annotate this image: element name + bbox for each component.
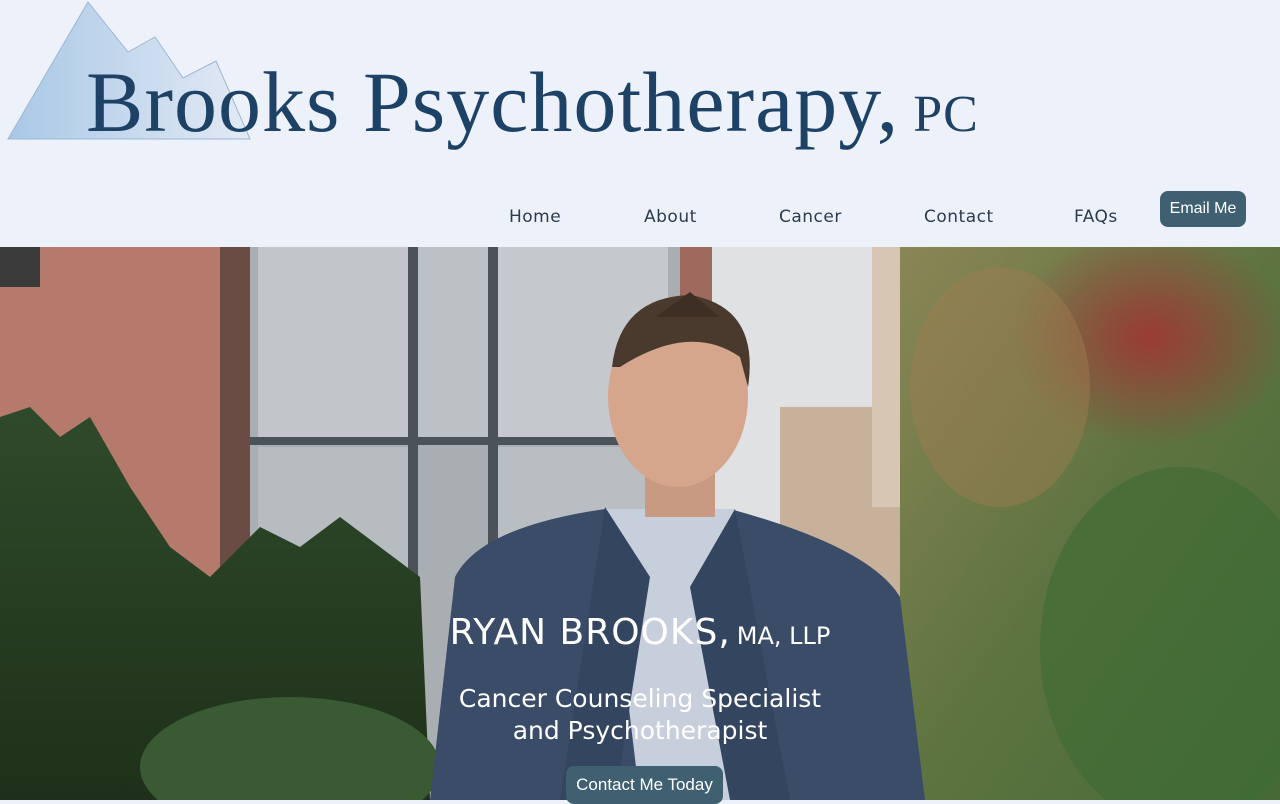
- hero-subtitle: Cancer Counseling Specialist and Psychot…: [0, 683, 1280, 747]
- hero-credentials: MA, LLP: [736, 622, 831, 650]
- hero-subtitle-line1: Cancer Counseling Specialist: [458, 684, 822, 713]
- brand-name: Brooks Psychotherapy,: [86, 54, 900, 150]
- contact-me-today-button[interactable]: Contact Me Today: [566, 766, 723, 804]
- hero-heading: RYAN BROOKS, MA, LLP: [0, 612, 1280, 653]
- nav-contact[interactable]: Contact: [924, 207, 994, 227]
- nav-faqs[interactable]: FAQs: [1074, 207, 1118, 227]
- nav-about[interactable]: About: [644, 207, 697, 227]
- hero-name: RYAN BROOKS,: [449, 612, 731, 653]
- email-me-button[interactable]: Email Me: [1160, 191, 1246, 227]
- nav-cancer[interactable]: Cancer: [779, 207, 842, 227]
- brand-suffix: PC: [913, 86, 979, 143]
- brand-logo[interactable]: Brooks Psychotherapy, PC: [86, 52, 979, 152]
- hero-subtitle-line2: and Psychotherapist: [512, 716, 768, 745]
- nav-home[interactable]: Home: [509, 207, 561, 227]
- main-nav: Home About Cancer Contact FAQs: [0, 207, 1280, 231]
- site-header: Brooks Psychotherapy, PC Home About Cance…: [0, 0, 1280, 247]
